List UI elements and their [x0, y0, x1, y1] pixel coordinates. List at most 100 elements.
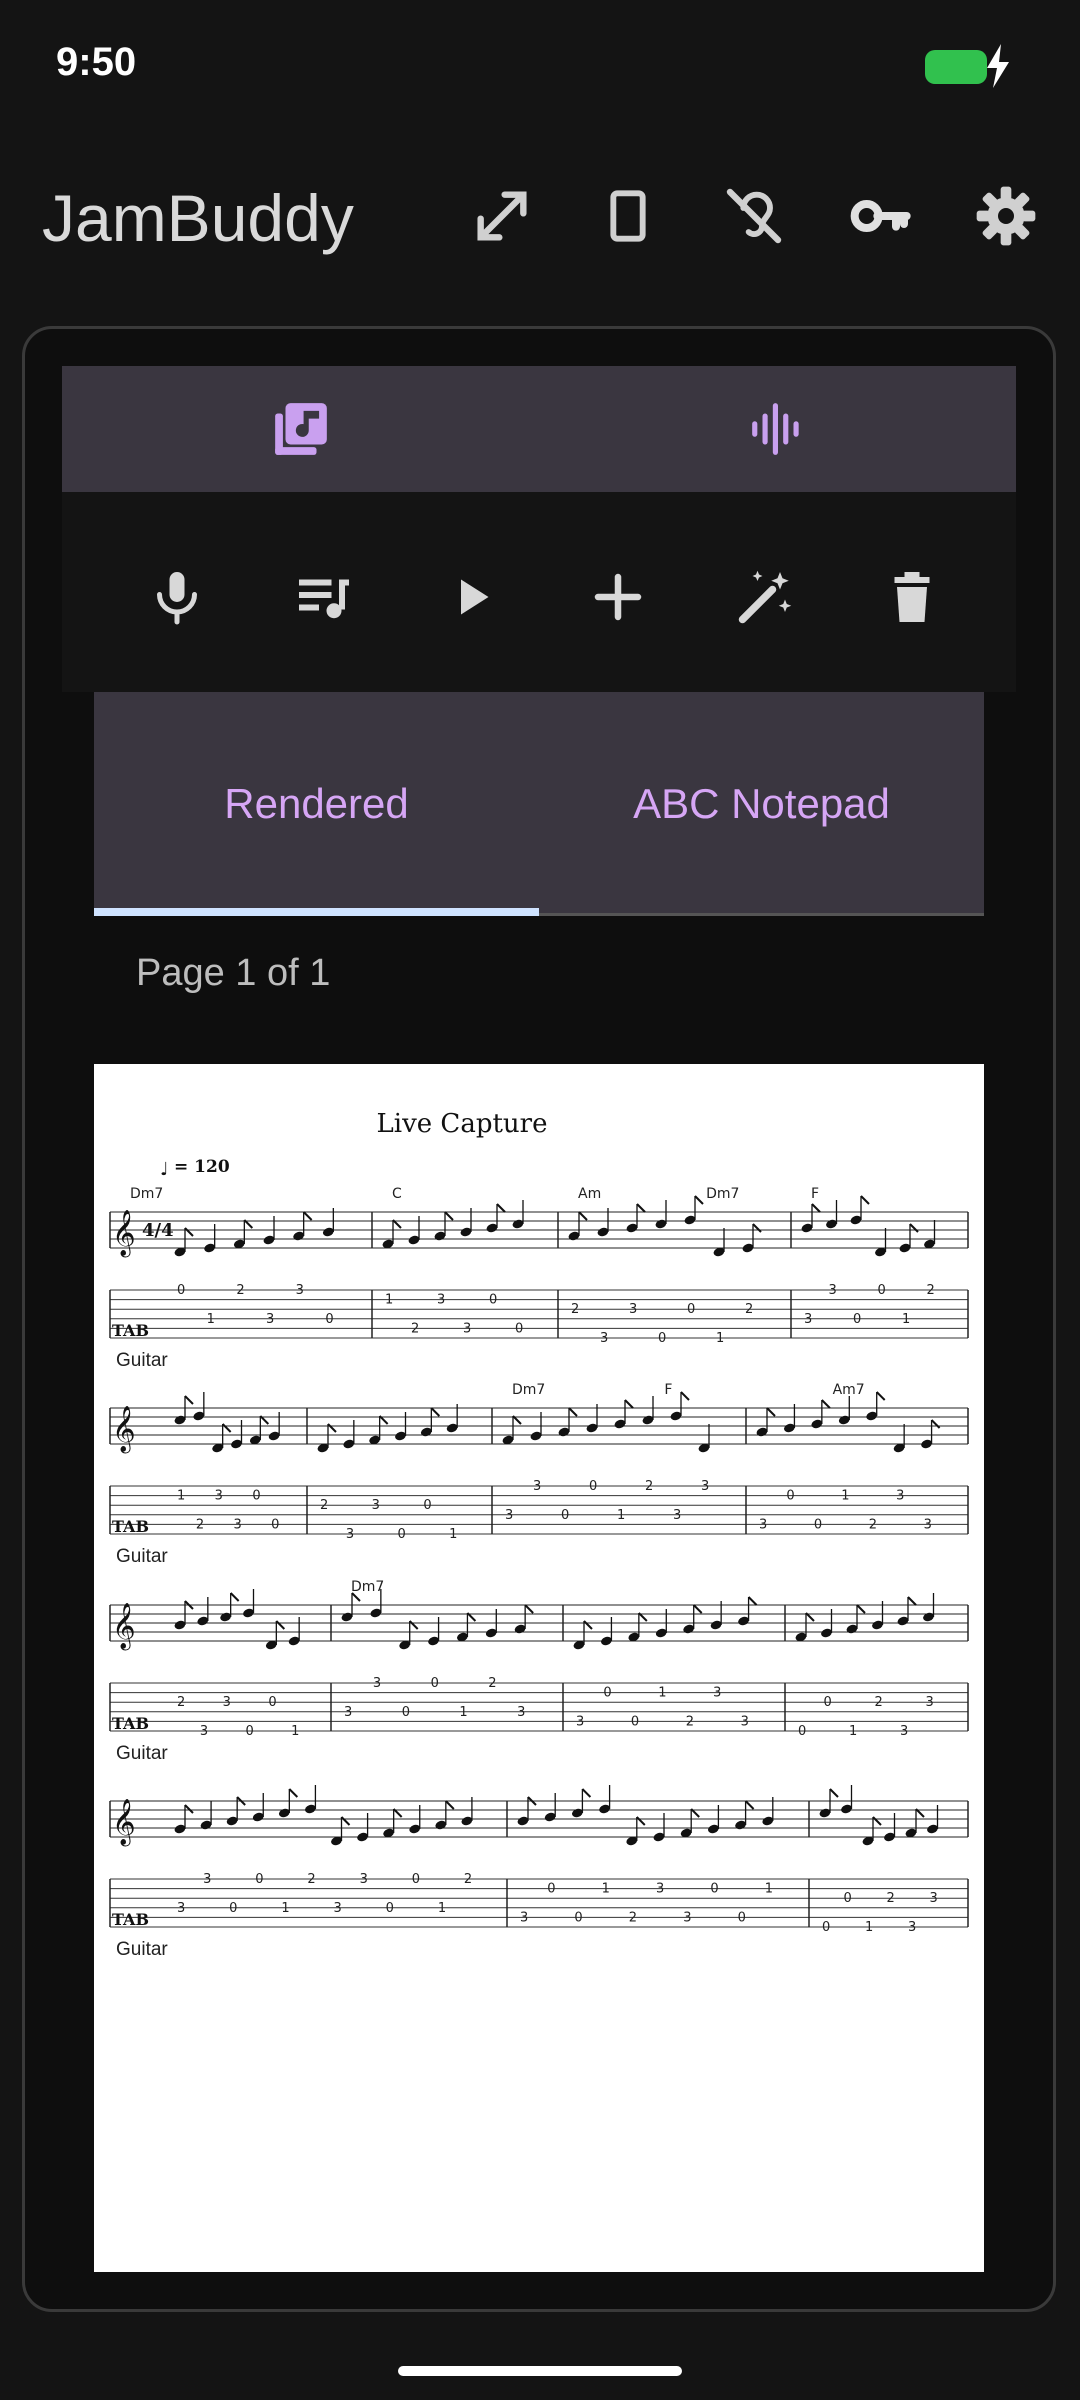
- tab-fret: 2: [411, 1321, 419, 1336]
- note-flag: [909, 1223, 919, 1233]
- tab-clef: TAB: [112, 1321, 149, 1340]
- tab-fret: 1: [449, 1527, 457, 1542]
- tab-fret: 3: [234, 1517, 242, 1532]
- trash-icon[interactable]: [867, 552, 957, 642]
- gear-icon[interactable]: [974, 184, 1038, 248]
- tab-fret: 2: [869, 1517, 877, 1532]
- note-flag: [583, 1620, 593, 1630]
- mic-icon[interactable]: [132, 552, 222, 642]
- tab-fret: 3: [346, 1527, 354, 1542]
- tab-fret: 1: [207, 1312, 215, 1327]
- tab-fret: 3: [463, 1321, 471, 1336]
- tab-fret: 2: [887, 1891, 895, 1906]
- note-flag: [524, 1604, 534, 1614]
- note-flag: [430, 1407, 441, 1417]
- tab-fret: 3: [533, 1479, 541, 1494]
- tab-fret: 3: [804, 1312, 812, 1327]
- rectangle-icon[interactable]: [596, 184, 660, 248]
- hearing-off-icon[interactable]: [722, 184, 786, 248]
- tab-fret: 1: [281, 1901, 289, 1916]
- tab-fret: 3: [713, 1686, 721, 1701]
- note-flag: [636, 1816, 646, 1826]
- waveform-icon[interactable]: [539, 366, 1016, 492]
- note-flag: [829, 1788, 839, 1798]
- tab-fret: 1: [602, 1882, 610, 1897]
- app-bar: JamBuddy: [0, 160, 1080, 280]
- note-flag: [581, 1788, 592, 1798]
- note-flag: [872, 1816, 882, 1826]
- tab-fret: 0: [515, 1321, 523, 1336]
- tab-fret: 1: [902, 1312, 910, 1327]
- library-music-icon[interactable]: [62, 366, 539, 492]
- key-icon[interactable]: [848, 184, 912, 248]
- play-icon[interactable]: [426, 552, 516, 642]
- note-flag: [578, 1211, 588, 1221]
- tab-fret: 2: [488, 1676, 496, 1691]
- tab-clef: TAB: [112, 1714, 149, 1733]
- note-flag: [302, 1211, 313, 1221]
- tab-fret: 1: [841, 1489, 849, 1504]
- tab-fret: 1: [765, 1882, 773, 1897]
- tab-fret: 0: [246, 1724, 254, 1739]
- tab-fret: 3: [360, 1872, 368, 1887]
- home-indicator[interactable]: [398, 2366, 682, 2376]
- tab-fret: 3: [437, 1293, 445, 1308]
- note-flag: [409, 1620, 419, 1630]
- tab-clef: TAB: [112, 1910, 149, 1929]
- tab-rendered[interactable]: Rendered: [94, 692, 539, 916]
- tab-fret: 2: [745, 1302, 753, 1317]
- magic-wand-icon[interactable]: [720, 552, 810, 642]
- score-sheet[interactable]: Live Capture ♩ = 120 𝄞 4/4 TAB 0 1 2 3 3 0 1 2 3 3 0 0…: [94, 1064, 984, 2272]
- tab-abc-notepad[interactable]: ABC Notepad: [539, 692, 984, 916]
- tab-fret: 0: [814, 1517, 822, 1532]
- tab-fret: 2: [571, 1302, 579, 1317]
- tab-fret: 2: [629, 1910, 637, 1925]
- tab-clef: TAB: [112, 1517, 149, 1536]
- add-icon[interactable]: [573, 552, 663, 642]
- tab-fret: 0: [844, 1891, 852, 1906]
- note-flag: [860, 1195, 870, 1205]
- note-flag: [229, 1592, 240, 1602]
- tab-fret: 0: [798, 1724, 806, 1739]
- tab-fret: 0: [252, 1489, 260, 1504]
- tab-fret: 2: [177, 1695, 185, 1710]
- tab-fret: 3: [673, 1508, 681, 1523]
- note-flag: [340, 1816, 351, 1826]
- tab-fret: 3: [372, 1498, 380, 1513]
- note-flag: [624, 1399, 634, 1409]
- fullscreen-icon[interactable]: [470, 184, 534, 248]
- tab-fret: 3: [656, 1882, 664, 1897]
- tab-fret: 0: [824, 1695, 832, 1710]
- note-flag: [693, 1604, 703, 1614]
- status-bar: 9:50: [0, 0, 1080, 130]
- playlist-icon[interactable]: [279, 552, 369, 642]
- note-flag: [694, 1195, 704, 1205]
- note-flag: [752, 1223, 762, 1233]
- note-flag: [445, 1800, 455, 1810]
- tab-fret: 3: [908, 1920, 916, 1935]
- note-flag: [444, 1211, 454, 1221]
- tab-fret: 0: [822, 1920, 830, 1935]
- tab-fret: 1: [658, 1686, 666, 1701]
- tab-fret: 0: [177, 1283, 185, 1298]
- tab-fret: 0: [658, 1331, 666, 1346]
- tab-fret: 0: [574, 1910, 582, 1925]
- note-flag: [184, 1804, 194, 1814]
- tab-fret: 0: [412, 1872, 420, 1887]
- battery-icon: [925, 50, 987, 84]
- tab-fret: 3: [896, 1489, 904, 1504]
- time-signature: 4/4: [142, 1220, 174, 1241]
- note-flag: [930, 1419, 941, 1429]
- tab-fret: 3: [576, 1714, 584, 1729]
- tab-fret: 3: [344, 1705, 352, 1720]
- note-flag: [747, 1596, 758, 1606]
- tab-fret: 1: [459, 1705, 467, 1720]
- chord-symbol: Dm7: [351, 1579, 384, 1595]
- tab-fret: 0: [386, 1901, 394, 1916]
- tab-fret: 3: [296, 1283, 304, 1298]
- tab-fret: 0: [431, 1676, 439, 1691]
- tab-fret: 3: [829, 1283, 837, 1298]
- treble-clef-icon: 𝄞: [112, 1210, 136, 1258]
- tab-fret: 3: [200, 1724, 208, 1739]
- tab-fret: 3: [334, 1901, 342, 1916]
